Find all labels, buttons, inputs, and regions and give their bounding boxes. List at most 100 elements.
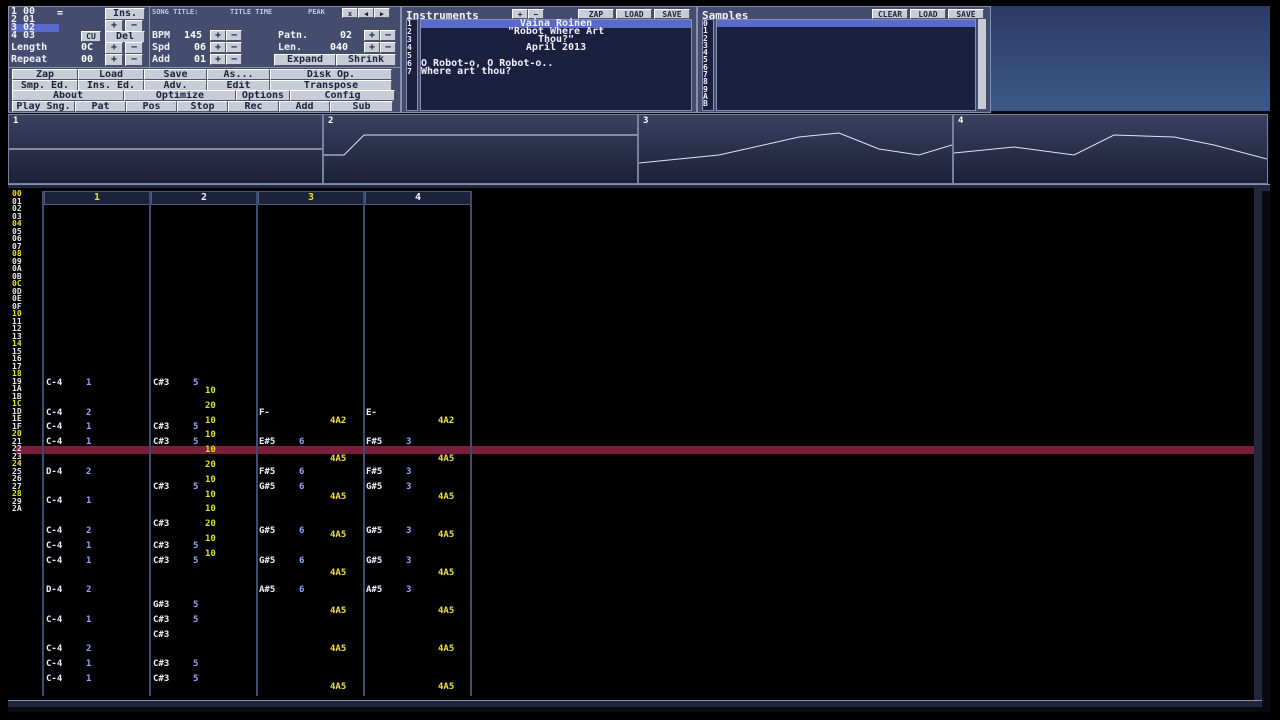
repeat-up-button[interactable]: + (105, 54, 123, 66)
menu-as-button[interactable]: As... (207, 69, 270, 80)
pattern-instrument: 5 (193, 481, 199, 492)
pattern-note: C#3 (153, 659, 170, 670)
song-title-value[interactable]: TITLE TIME (230, 8, 272, 16)
menu-options-button[interactable]: Options (236, 90, 290, 101)
repeat-down-button[interactable]: − (125, 54, 143, 66)
instrument-name[interactable]: April 2013 (421, 43, 691, 53)
bpm-down-button[interactable]: − (226, 30, 242, 41)
channel-scope[interactable]: 4 (953, 114, 1268, 184)
menu-adv-button[interactable]: Adv. (144, 79, 207, 91)
pattern-effect: 4A5 (438, 492, 455, 502)
pattern-instrument: 1 (86, 614, 92, 625)
instrument-list[interactable]: Vaina Roinen "Robot Where Art Thou?" April … (420, 19, 692, 111)
menu-stop-button[interactable]: Stop (177, 100, 228, 112)
menu-ins-ed-button[interactable]: Ins. Ed. (78, 79, 144, 91)
pattern-volume: 10 (205, 415, 216, 426)
instruments-save-button[interactable]: SAVE (654, 9, 690, 19)
pattern-note: C-4 (46, 674, 63, 684)
pattern-instrument: 6 (299, 466, 305, 477)
insert-position-button[interactable]: Ins. (105, 8, 145, 20)
menu-load-button[interactable]: Load (78, 69, 144, 80)
pattern-instrument: 5 (193, 659, 199, 670)
song-title-label: SONG TITLE: (152, 8, 199, 16)
song-title-next-button[interactable]: ▶ (374, 8, 390, 18)
pattern-v-scrollbar[interactable] (1254, 188, 1262, 700)
pattern-effect: 4A5 (438, 606, 455, 616)
pattern-down-button[interactable]: − (380, 30, 396, 41)
channel-scope[interactable]: 3 (638, 114, 953, 184)
samples-clear-button[interactable]: CLEAR (872, 9, 908, 19)
pattern-instrument: 3 (406, 585, 412, 596)
menu-transpose-button[interactable]: Transpose (270, 79, 392, 91)
channel-header[interactable]: 4 (365, 191, 471, 205)
channel-header[interactable]: 1 (44, 191, 150, 205)
shrink-button[interactable]: Shrink (336, 54, 396, 66)
pattern-number-label: Patn. (278, 30, 309, 41)
pattern-up-button[interactable]: + (364, 30, 380, 41)
pattern-volume: 10 (205, 445, 216, 456)
menu-add-button[interactable]: Add (279, 100, 330, 112)
speed-down-button[interactable]: − (226, 42, 242, 53)
pattern-instrument: 5 (193, 674, 199, 684)
menu-play-sng-button[interactable]: Play Sng. (12, 100, 75, 112)
sample-selected-row[interactable] (717, 20, 975, 27)
channel-header[interactable]: 2 (151, 191, 257, 205)
pattern-instrument: 1 (86, 378, 92, 388)
pattern-length-down-button[interactable]: − (380, 42, 396, 53)
song-title-prev-button[interactable]: ◀ (358, 8, 374, 18)
pattern-note: C#3 (153, 481, 170, 492)
scope-waveform (324, 134, 637, 156)
add-up-button[interactable]: + (210, 54, 226, 65)
length-up-button[interactable]: + (105, 42, 123, 54)
pattern-note: F#5 (366, 466, 383, 477)
bpm-value: 145 (184, 30, 203, 41)
pattern-instrument: 1 (86, 496, 92, 507)
add-down-button[interactable]: − (226, 54, 242, 65)
cu-button[interactable]: CU (81, 31, 101, 42)
channel-scope[interactable]: 2 (323, 114, 638, 184)
expand-button[interactable]: Expand (274, 54, 336, 66)
speed-up-button[interactable]: + (210, 42, 226, 53)
pattern-instrument: 3 (406, 526, 412, 536)
pattern-note: F#5 (366, 437, 383, 448)
channel-header[interactable]: 3 (258, 191, 364, 205)
sample-list[interactable] (716, 19, 976, 111)
menu-disk-op-button[interactable]: Disk Op. (270, 69, 392, 80)
length-label: Length (11, 42, 48, 53)
pattern-note: C-4 (46, 659, 63, 670)
pattern-instrument: 1 (86, 422, 92, 433)
position-row[interactable]: 4 03 (11, 31, 59, 41)
samples-load-button[interactable]: LOAD (910, 9, 946, 19)
instruments-load-button[interactable]: LOAD (616, 9, 652, 19)
add-label: Add (152, 54, 171, 65)
pattern-h-scrollbar[interactable] (8, 700, 1262, 707)
menu-pos-button[interactable]: Pos (126, 100, 177, 112)
menu-rec-button[interactable]: Rec (228, 100, 279, 112)
bpm-up-button[interactable]: + (210, 30, 226, 41)
pattern-length-up-button[interactable]: + (364, 42, 380, 53)
pattern-volume: 10 (205, 489, 216, 500)
samples-save-button[interactable]: SAVE (948, 9, 984, 19)
pattern-note: E- (366, 407, 377, 418)
pattern-note: C-4 (46, 496, 63, 507)
pattern-note: C#3 (153, 437, 170, 448)
menu-edit-button[interactable]: Edit (207, 79, 270, 91)
menu-sub-button[interactable]: Sub (330, 100, 393, 112)
samples-scrollbar[interactable] (978, 19, 986, 109)
channel-scope[interactable]: 1 (8, 114, 323, 184)
menu-config-button[interactable]: Config (290, 90, 395, 101)
menu-about-button[interactable]: About (12, 90, 124, 101)
pattern-instrument: 2 (86, 407, 92, 418)
pattern-note: C-4 (46, 555, 63, 566)
menu-save-button[interactable]: Save (144, 69, 207, 80)
menu-zap-button[interactable]: Zap (12, 69, 78, 80)
song-title-clear-button[interactable]: x (342, 8, 358, 18)
pattern-instrument: 5 (193, 378, 199, 388)
menu-optimize-button[interactable]: Optimize (124, 90, 236, 101)
pattern-note: F#5 (259, 466, 276, 477)
position-list[interactable]: 1 00 2 01 3 02 4 03 (11, 7, 59, 41)
menu-pat-button[interactable]: Pat (75, 100, 126, 112)
instrument-name[interactable]: Where art thou? (421, 67, 691, 77)
length-down-button[interactable]: − (125, 42, 143, 54)
menu-smp-ed-button[interactable]: Smp. Ed. (12, 79, 78, 91)
